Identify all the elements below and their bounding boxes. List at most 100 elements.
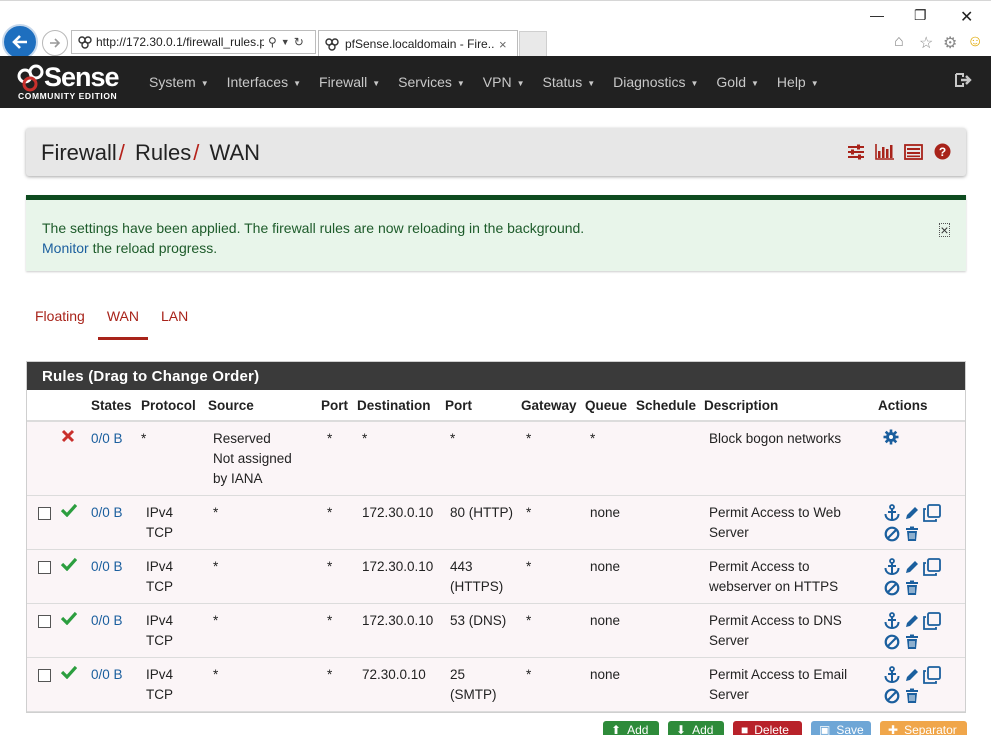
menu-firewall[interactable]: Firewall ▼ — [310, 74, 389, 90]
anchor-icon[interactable] — [882, 665, 901, 684]
dropdown-icon[interactable]: ▼ — [281, 37, 290, 47]
bar-chart-icon[interactable] — [875, 142, 894, 161]
favorites-star-icon[interactable]: ☆ — [919, 33, 933, 53]
help-question-icon[interactable]: ? — [933, 142, 952, 161]
separator-button[interactable]: ✚ Separator — [880, 721, 967, 735]
refresh-icon[interactable]: ↻ — [294, 35, 304, 49]
row-source-port: * — [317, 421, 353, 496]
log-list-icon[interactable] — [904, 142, 923, 161]
disable-ban-icon[interactable] — [882, 524, 901, 543]
new-tab-button[interactable] — [519, 31, 547, 57]
row-checkbox[interactable] — [38, 615, 51, 628]
breadcrumb: Firewall/ Rules/ WAN — [41, 140, 260, 166]
row-protocol: IPv4 TCP — [137, 603, 204, 658]
breadcrumb-firewall[interactable]: Firewall — [41, 140, 117, 165]
states-link[interactable]: 0/0 B — [91, 667, 123, 682]
states-link[interactable]: 0/0 B — [91, 613, 123, 628]
row-states: 0/0 B — [87, 549, 137, 604]
menu-vpn[interactable]: VPN ▼ — [474, 74, 534, 90]
delete-trash-icon[interactable] — [902, 686, 921, 705]
gear-icon[interactable] — [883, 429, 899, 445]
edit-pencil-icon[interactable] — [902, 503, 921, 522]
forward-button[interactable] — [42, 30, 68, 56]
edit-pencil-icon[interactable] — [902, 557, 921, 576]
menu-gold[interactable]: Gold ▼ — [707, 74, 768, 90]
disable-ban-icon[interactable] — [882, 632, 901, 651]
monitor-link[interactable]: Monitor — [42, 240, 89, 256]
copy-icon[interactable] — [922, 611, 941, 630]
row-actions — [874, 549, 965, 604]
feedback-smiley-icon[interactable]: ☺ — [967, 33, 983, 51]
menu-diagnostics[interactable]: Diagnostics ▼ — [604, 74, 707, 90]
menu-label: Gold — [716, 74, 746, 90]
anchor-icon[interactable] — [882, 611, 901, 630]
copy-icon[interactable] — [922, 503, 941, 522]
url-text[interactable]: http://172.30.0.1/firewall_rules.p — [96, 35, 264, 49]
menu-help[interactable]: Help ▼ — [768, 74, 828, 90]
logo-subtitle: COMMUNITY EDITION — [18, 91, 118, 101]
browser-tab[interactable]: pfSense.localdomain - Fire... × — [318, 30, 518, 57]
delete-trash-icon[interactable] — [902, 524, 921, 543]
back-arrow-icon — [12, 35, 27, 49]
disable-ban-icon[interactable] — [882, 686, 901, 705]
minimize-icon[interactable]: — — [870, 7, 884, 23]
edit-pencil-icon[interactable] — [902, 665, 921, 684]
settings-gear-icon[interactable]: ⚙ — [943, 33, 957, 53]
search-icon[interactable]: ⚲ — [268, 35, 277, 49]
add-top-button[interactable]: ⬆ Add — [603, 721, 659, 735]
pfsense-logo[interactable]: Sense COMMUNITY EDITION — [16, 62, 128, 102]
edit-pencil-icon[interactable] — [902, 611, 921, 630]
states-link[interactable]: 0/0 B — [91, 431, 123, 446]
row-source-port: * — [317, 657, 353, 712]
menu-services[interactable]: Services ▼ — [389, 74, 474, 90]
table-row[interactable]: 0/0 B IPv4 TCP * * 172.30.0.10 53 (DNS) *… — [27, 603, 965, 658]
table-header-row: States Protocol Source Port Destination … — [27, 390, 965, 422]
logout-icon[interactable] — [954, 71, 972, 89]
row-schedule — [632, 657, 701, 712]
anchor-icon[interactable] — [882, 503, 901, 522]
row-source-port: * — [317, 495, 353, 550]
states-link[interactable]: 0/0 B — [91, 559, 123, 574]
close-window-icon[interactable]: ✕ — [960, 7, 973, 27]
trash-icon: ■ — [741, 723, 749, 735]
protocol-name: TCP — [146, 687, 173, 702]
table-row[interactable]: 0/0 B * Reserved Not assigned by IANA * … — [27, 421, 965, 496]
address-bar[interactable]: http://172.30.0.1/firewall_rules.p ⚲ ▼ ↻ — [71, 30, 316, 54]
row-description: Permit Access to Web Server — [700, 495, 875, 550]
source-line: Not assigned — [213, 451, 292, 466]
delete-trash-icon[interactable] — [902, 632, 921, 651]
tab-wan[interactable]: WAN — [97, 306, 149, 340]
add-bottom-button[interactable]: ⬇ Add — [668, 721, 724, 735]
menu-interfaces[interactable]: Interfaces ▼ — [218, 74, 310, 90]
tab-lan[interactable]: LAN — [152, 306, 197, 340]
dest-port-line: 443 — [450, 559, 473, 574]
sliders-icon[interactable] — [846, 142, 865, 161]
tab-floating[interactable]: Floating — [26, 306, 94, 340]
row-source: Reserved Not assigned by IANA — [204, 421, 317, 496]
back-button[interactable] — [2, 24, 38, 60]
interface-tabs: Floating WAN LAN — [26, 306, 201, 340]
home-icon[interactable]: ⌂ — [894, 33, 904, 51]
row-checkbox[interactable] — [38, 507, 51, 520]
delete-trash-icon[interactable] — [902, 578, 921, 597]
table-row[interactable]: 0/0 B IPv4 TCP * * 172.30.0.10 443 (HTTPS)… — [27, 549, 965, 604]
breadcrumb-rules[interactable]: Rules — [135, 140, 191, 165]
alert-close-icon[interactable]: × — [939, 223, 950, 237]
menu-system[interactable]: System ▼ — [140, 74, 218, 90]
table-row[interactable]: 0/0 B IPv4 TCP * * 72.30.0.10 25 (SMTP) *… — [27, 657, 965, 712]
row-checkbox[interactable] — [38, 669, 51, 682]
menu-status[interactable]: Status ▼ — [534, 74, 605, 90]
row-checkbox[interactable] — [38, 561, 51, 574]
caret-down-icon: ▼ — [751, 78, 759, 88]
menu-label: Interfaces — [226, 74, 289, 90]
delete-button[interactable]: ■ Delete — [733, 721, 802, 735]
states-link[interactable]: 0/0 B — [91, 505, 123, 520]
restore-icon[interactable]: ❐ — [914, 7, 927, 24]
copy-icon[interactable] — [922, 665, 941, 684]
tab-close-icon[interactable]: × — [499, 37, 507, 52]
anchor-icon[interactable] — [882, 557, 901, 576]
table-row[interactable]: 0/0 B IPv4 TCP * * 172.30.0.10 80 (HTTP) … — [27, 495, 965, 550]
save-button[interactable]: ▣ Save — [811, 721, 871, 735]
disable-ban-icon[interactable] — [882, 578, 901, 597]
copy-icon[interactable] — [922, 557, 941, 576]
